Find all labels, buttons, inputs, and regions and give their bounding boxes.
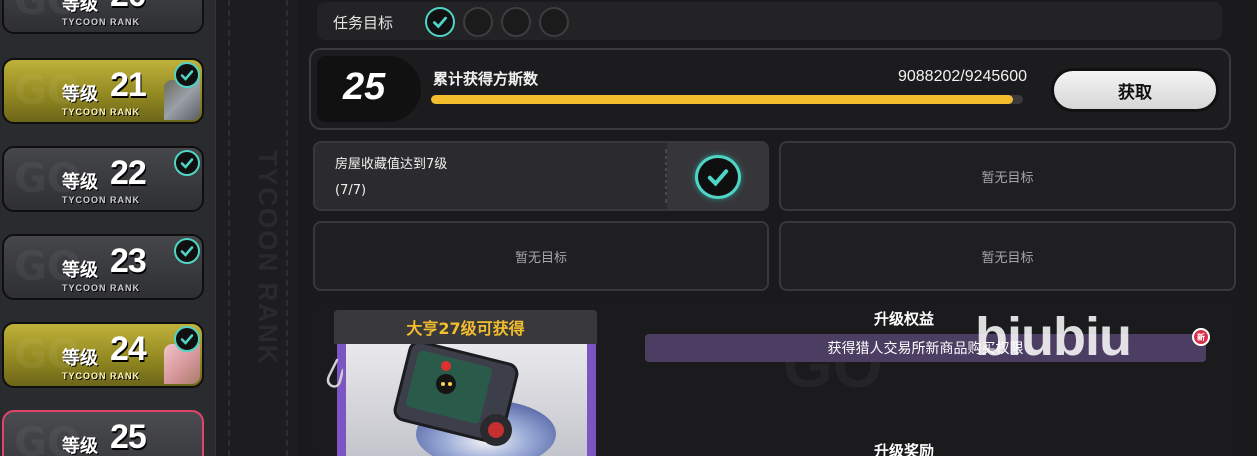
perk-title: 升级权益: [874, 310, 935, 328]
rank-number: 25: [110, 418, 147, 456]
rank-card-25[interactable]: GO 等级 25 TYCOON RANK: [2, 410, 204, 456]
goal-empty-label: 暂无目标: [981, 170, 1034, 186]
rank-label: 等级: [62, 172, 98, 193]
side-divider: TYCOON RANK: [215, 0, 297, 456]
check-icon: [174, 326, 200, 352]
goal-empty: 暂无目标: [313, 221, 769, 291]
rank-label: 等级: [62, 0, 98, 15]
goal-house-collection: 房屋收藏值达到7级 (7/7): [313, 141, 769, 211]
rank-label: 等级: [62, 260, 98, 281]
side-vertical-text: TYCOON RANK: [253, 150, 283, 366]
current-level: 25: [343, 66, 386, 108]
goal-status: [667, 143, 767, 209]
rank-card-22[interactable]: GO 等级 22 TYCOON RANK: [2, 146, 204, 212]
rank-number: 23: [110, 242, 147, 280]
goal-count: (7/7): [335, 183, 367, 198]
rank-card-21[interactable]: GO 等级 21 TYCOON RANK: [2, 58, 204, 124]
check-icon: [174, 238, 200, 264]
rank-card-20[interactable]: GO 等级 20 TYCOON RANK: [2, 0, 204, 34]
rank-card-24[interactable]: GO 等级 24 TYCOON RANK: [2, 322, 204, 388]
rank-label: 等级: [62, 348, 98, 369]
check-icon: [174, 62, 200, 88]
rank-card-23[interactable]: GO 等级 23 TYCOON RANK: [2, 234, 204, 300]
check-icon: [695, 155, 741, 199]
goal-empty: 暂无目标: [779, 141, 1236, 211]
new-badge: 新: [1192, 328, 1210, 346]
goal-empty: 暂无目标: [779, 221, 1236, 291]
reward-item-image[interactable]: [346, 340, 587, 456]
task-dot-1: [425, 7, 455, 37]
current-level-badge: 25: [317, 56, 421, 122]
get-button[interactable]: 获取: [1051, 68, 1219, 112]
goal-empty-label: 暂无目标: [981, 250, 1034, 266]
task-dot-2: [463, 7, 493, 37]
goal-title: 房屋收藏值达到7级: [335, 157, 448, 172]
progress-value: 9088202/9245600: [897, 68, 1027, 85]
rank-sub: TYCOON RANK: [62, 283, 140, 293]
check-icon: [432, 16, 448, 29]
goal-empty-label: 暂无目标: [514, 250, 567, 266]
rank-sub: TYCOON RANK: [62, 371, 140, 381]
rank-number: 21: [110, 66, 147, 104]
rank-sub: TYCOON RANK: [62, 195, 140, 205]
progress-track: [431, 95, 1023, 104]
task-dot-3: [501, 7, 531, 37]
progress-panel: 25 累计获得方斯数 9088202/9245600 获取: [309, 48, 1231, 130]
rank-sub: TYCOON RANK: [62, 107, 140, 117]
rank-number: 24: [110, 330, 147, 368]
progress-title: 累计获得方斯数: [433, 70, 539, 88]
rank-label: 等级: [62, 436, 98, 456]
paperclip-icon: [326, 358, 343, 388]
progress-fill: [431, 95, 1013, 104]
rank-label: 等级: [62, 84, 98, 105]
rank-number: 20: [110, 0, 147, 15]
task-objective-bar: 任务目标: [317, 2, 1222, 40]
watermark: biubiu: [975, 307, 1132, 367]
check-icon: [174, 150, 200, 176]
device-icon: [393, 340, 556, 456]
rank-list: GO 等级 20 TYCOON RANK GO 等级 21 TYCOON RAN…: [0, 0, 215, 456]
task-dot-4: [539, 7, 569, 37]
rank-number: 22: [110, 154, 147, 192]
rank-sub: TYCOON RANK: [62, 17, 140, 27]
task-title: 任务目标: [333, 14, 394, 32]
reward-title: 升级奖励: [874, 442, 935, 456]
reward-card-header: 大亨27级可获得: [334, 310, 597, 344]
